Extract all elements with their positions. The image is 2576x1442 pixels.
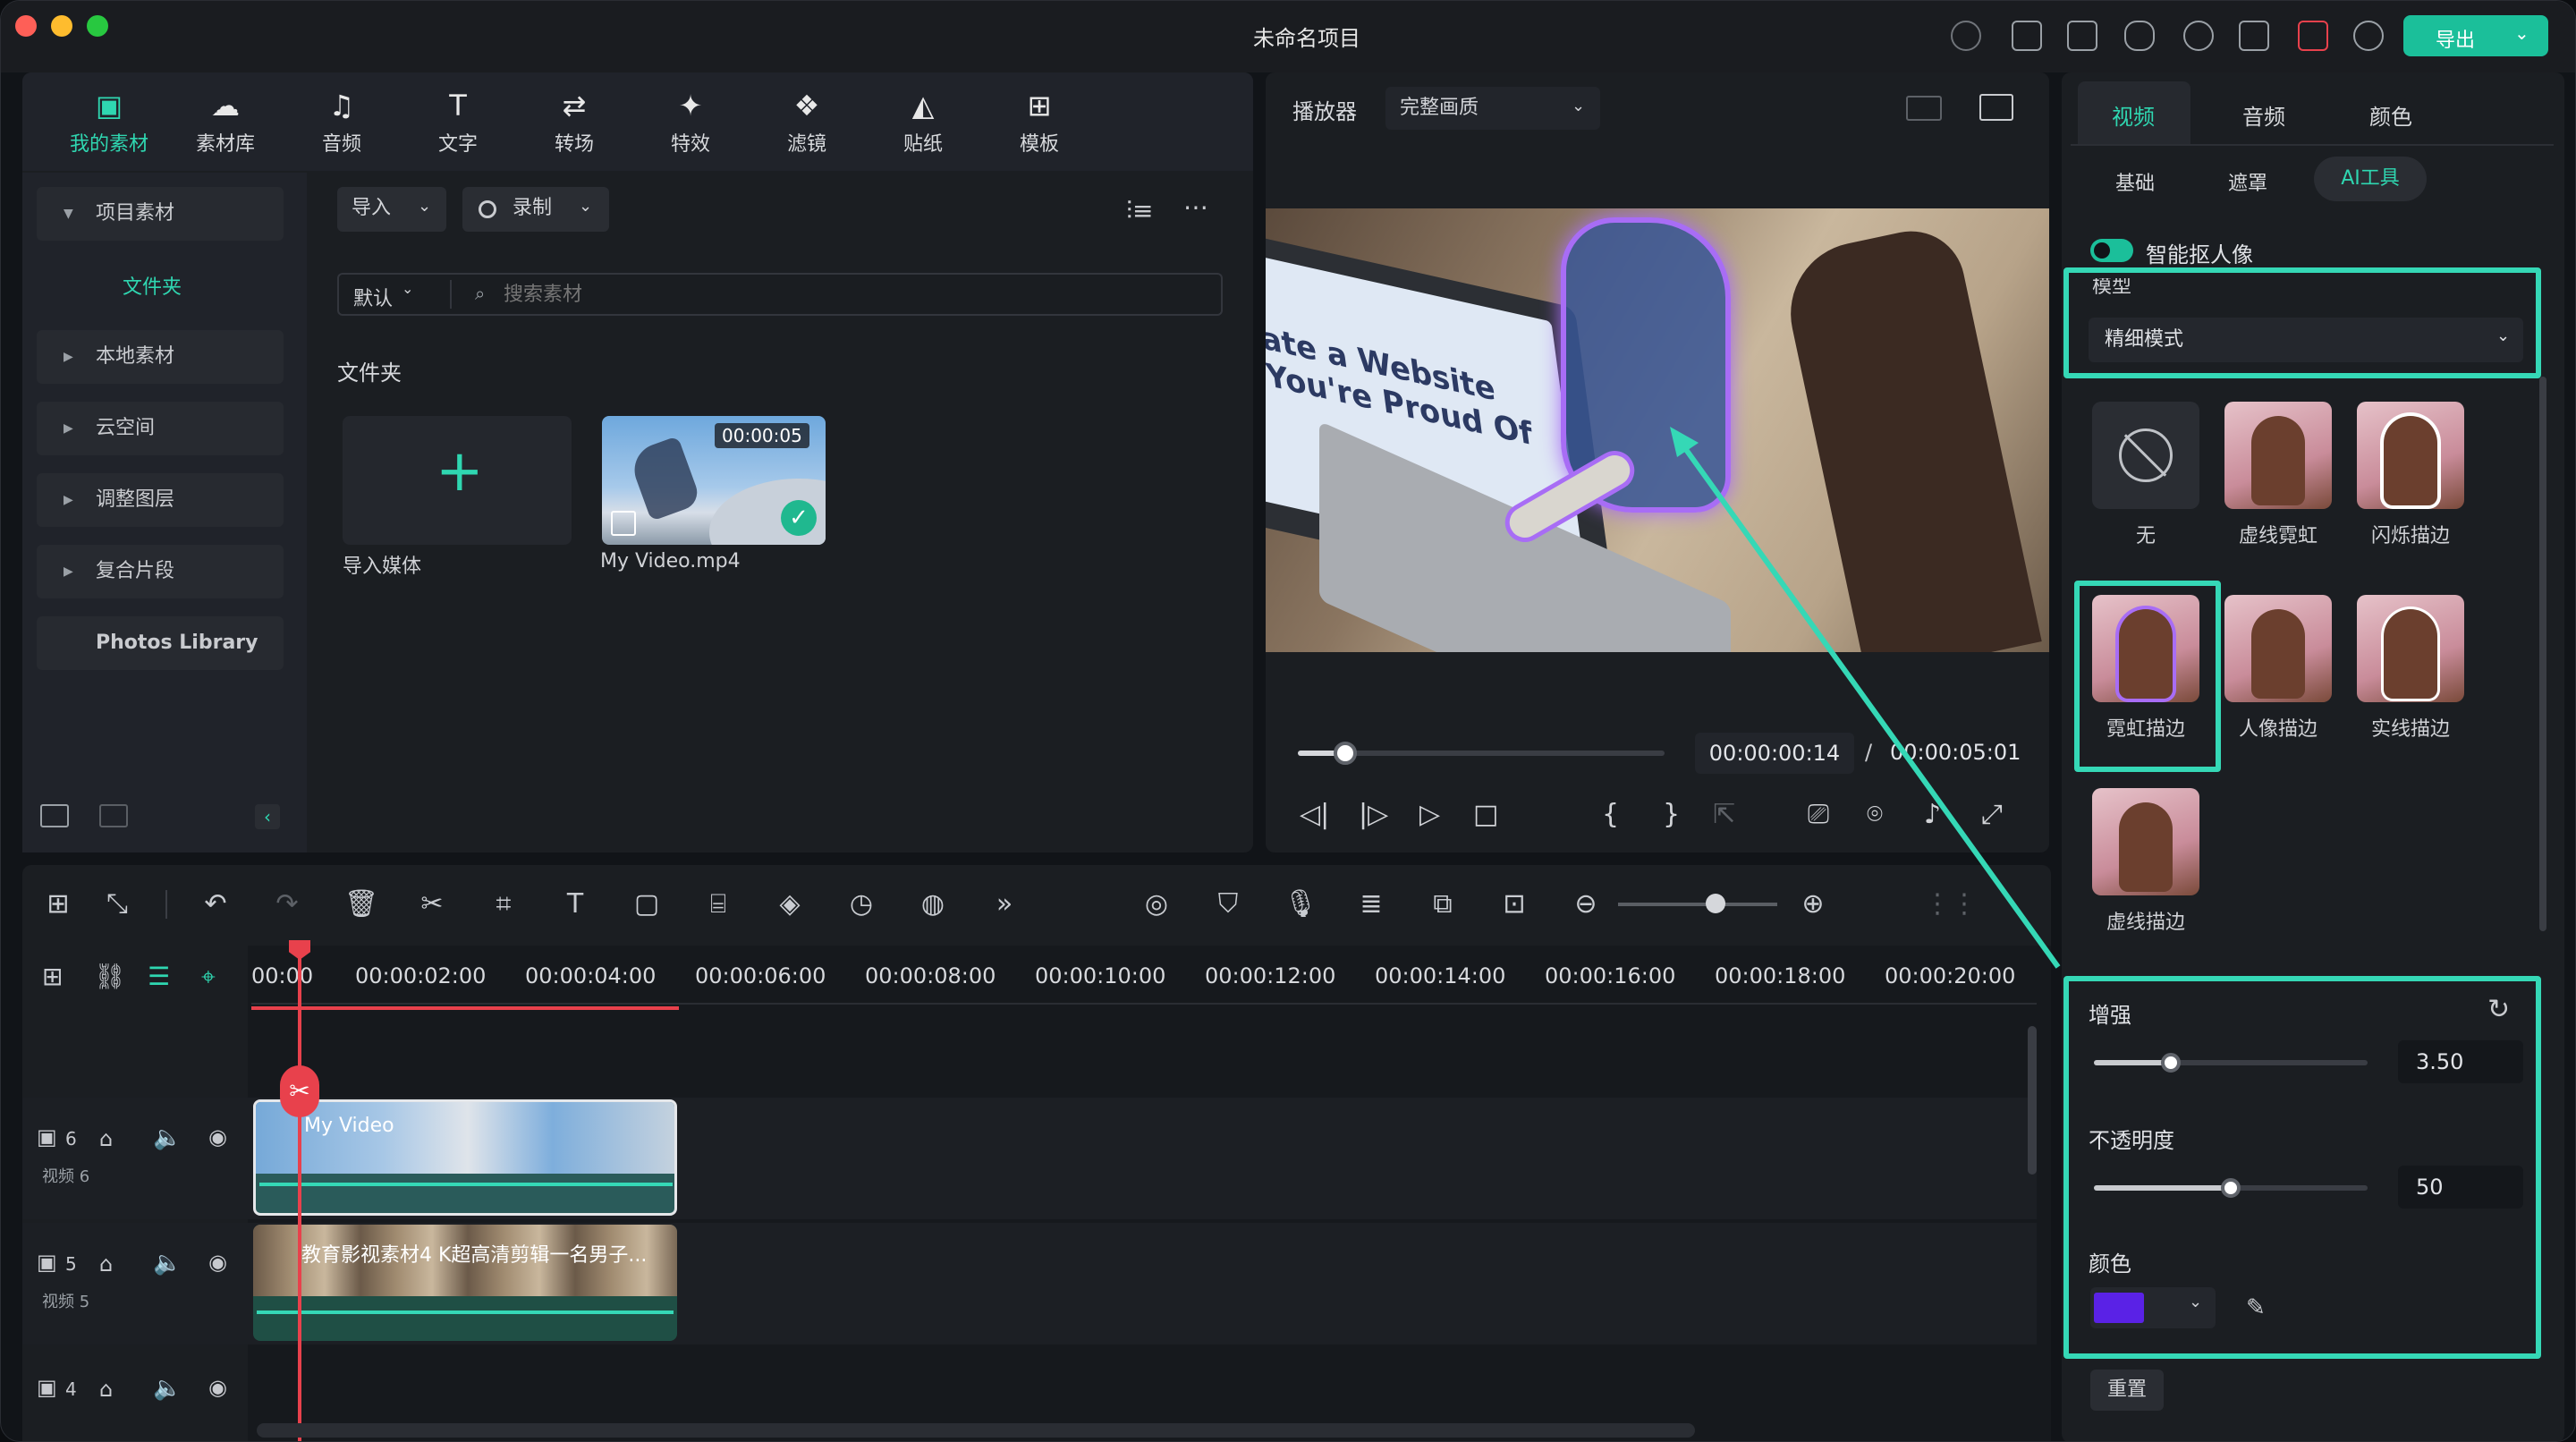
app-window: 未命名项目 导出 ⌄ ▣ 我的素材 ☁ 素材库 ♫ 音频 T 文字 ⇄ 转场 ✦ (0, 0, 2576, 1442)
annotation-arrow (1670, 427, 2061, 969)
